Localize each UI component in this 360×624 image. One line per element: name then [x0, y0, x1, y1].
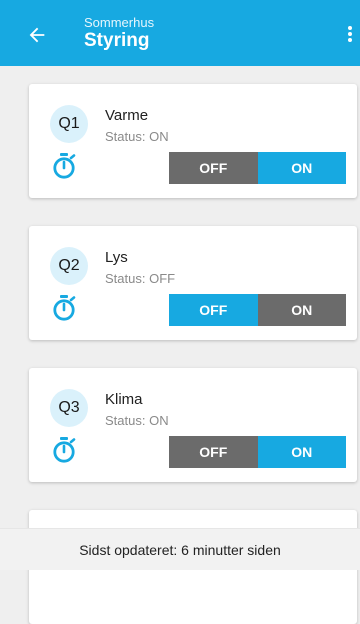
page-subtitle: Sommerhus [84, 15, 155, 30]
output-id-badge: Q3 [50, 389, 88, 427]
output-status: Status: ON [105, 129, 169, 144]
off-button[interactable]: OFF [169, 436, 258, 468]
output-card-q1: Q1 Varme Status: ON OFF ON [29, 84, 357, 198]
on-button[interactable]: ON [257, 152, 346, 184]
output-name: Lys [105, 249, 128, 266]
on-off-toggle: OFF ON [169, 152, 346, 184]
output-status: Status: ON [105, 413, 169, 428]
output-card-q2: Q2 Lys Status: OFF OFF ON [29, 226, 357, 340]
output-name: Klima [105, 391, 143, 408]
output-id-badge: Q2 [50, 247, 88, 285]
app-bar: Sommerhus Styring [0, 0, 360, 66]
output-status: Status: OFF [105, 271, 176, 286]
on-button[interactable]: ON [257, 294, 346, 326]
stopwatch-icon[interactable] [51, 294, 77, 322]
output-id-badge: Q1 [50, 105, 88, 143]
stopwatch-icon[interactable] [51, 436, 77, 464]
last-updated-footer: Sidst opdateret: 6 minutter siden [0, 528, 360, 570]
page-title: Styring [84, 30, 150, 51]
output-card-q3: Q3 Klima Status: ON OFF ON [29, 368, 357, 482]
on-off-toggle: OFF ON [169, 436, 346, 468]
more-vertical-icon[interactable] [344, 26, 356, 46]
title-block: Sommerhus Styring [84, 15, 154, 52]
arrow-left-icon[interactable] [26, 24, 48, 46]
on-button[interactable]: ON [257, 436, 346, 468]
stopwatch-icon[interactable] [51, 152, 77, 180]
on-off-toggle: OFF ON [169, 294, 346, 326]
output-name: Varme [105, 107, 149, 124]
off-button[interactable]: OFF [169, 294, 258, 326]
off-button[interactable]: OFF [169, 152, 258, 184]
